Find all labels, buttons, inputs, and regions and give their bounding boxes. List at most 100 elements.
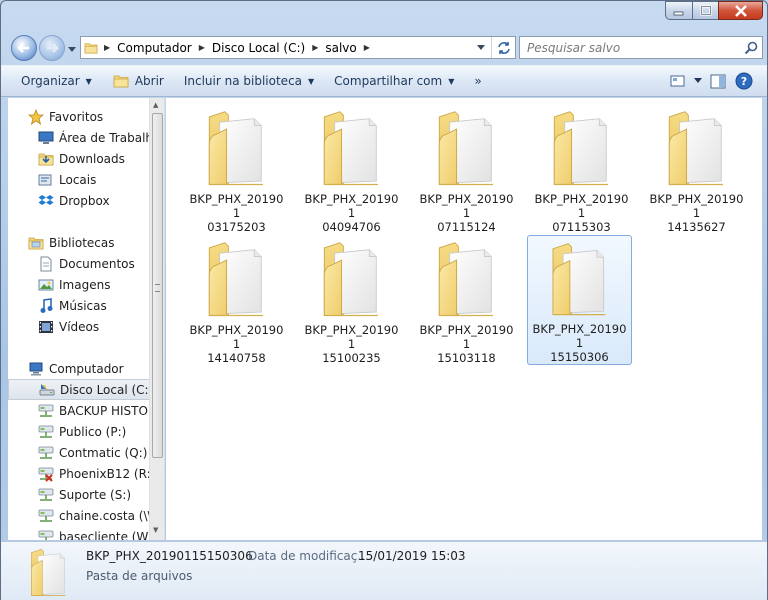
nav-item-contmatic[interactable]: Contmatic (Q:) bbox=[8, 442, 150, 463]
local-disk-icon bbox=[38, 381, 56, 399]
nav-favorites[interactable]: Favoritos bbox=[8, 106, 150, 127]
search-box bbox=[519, 36, 763, 59]
address-bar[interactable]: ▶ Computador ▶ Disco Local (C:) ▶ salvo … bbox=[80, 36, 516, 59]
search-button[interactable] bbox=[740, 41, 762, 55]
nav-item-pictures[interactable]: Imagens bbox=[8, 274, 150, 295]
scroll-up-icon[interactable]: ▲ bbox=[153, 101, 158, 109]
folder-item[interactable]: BKP_PHX_201901 14140758 bbox=[184, 235, 289, 365]
share-label: Compartilhar com bbox=[334, 74, 443, 88]
nav-item-label: Área de Trabalho bbox=[59, 130, 150, 145]
nav-item-basecliente[interactable]: basecliente (W:) bbox=[8, 526, 150, 540]
open-button[interactable]: Abrir bbox=[102, 69, 174, 93]
nav-item-local-disk[interactable]: Disco Local (C:) bbox=[8, 379, 150, 400]
folder-item[interactable]: BKP_PHX_201901 04094706 bbox=[299, 104, 404, 234]
chevron-down-icon: ▼ bbox=[308, 76, 315, 86]
recent-places-icon bbox=[37, 171, 55, 189]
nav-libraries-label: Bibliotecas bbox=[49, 235, 115, 250]
nav-item-locais[interactable]: Locais bbox=[8, 169, 150, 190]
chevron-right-icon[interactable]: ▶ bbox=[309, 43, 321, 52]
music-icon bbox=[37, 297, 55, 315]
network-drive-icon bbox=[37, 507, 55, 525]
folder-label: BKP_PHX_201901 14135627 bbox=[649, 192, 744, 234]
nav-item-publico[interactable]: Publico (P:) bbox=[8, 421, 150, 442]
nav-favorites-label: Favoritos bbox=[49, 109, 104, 124]
back-button[interactable] bbox=[11, 35, 37, 61]
star-icon bbox=[27, 108, 45, 126]
svg-text:?: ? bbox=[741, 75, 747, 88]
minimize-button[interactable] bbox=[665, 1, 692, 20]
folder-icon bbox=[197, 110, 277, 188]
nav-item-label: Imagens bbox=[59, 277, 111, 292]
file-list: BKP_PHX_201901 03175203 BKP_PHX_201901 040… bbox=[166, 98, 762, 540]
organize-button[interactable]: Organizar ▼ bbox=[11, 69, 102, 93]
nav-item-label: BACKUP HISTORICO bbox=[59, 403, 150, 418]
breadcrumb-salvo[interactable]: salvo bbox=[321, 37, 360, 58]
chevron-down-icon bbox=[477, 44, 485, 50]
chevron-right-icon[interactable]: ▶ bbox=[361, 43, 373, 52]
nav-item-dropbox[interactable]: Dropbox bbox=[8, 190, 150, 211]
breadcrumb-local-disk[interactable]: Disco Local (C:) bbox=[208, 37, 309, 58]
nav-item-backup-historico[interactable]: BACKUP HISTORICO bbox=[8, 400, 150, 421]
arrow-left-icon bbox=[17, 43, 29, 53]
nav-item-label: Publico (P:) bbox=[59, 424, 127, 439]
help-button[interactable]: ? bbox=[731, 69, 757, 93]
nav-item-downloads[interactable]: Downloads bbox=[8, 148, 150, 169]
nav-scrollbar[interactable]: ▲ ▼ bbox=[149, 98, 164, 540]
details-modified-label: Data de modificaç... bbox=[248, 549, 369, 563]
arrow-right-icon bbox=[47, 43, 59, 53]
include-in-library-button[interactable]: Incluir na biblioteca ▼ bbox=[174, 69, 324, 93]
nav-item-suporte[interactable]: Suporte (S:) bbox=[8, 484, 150, 505]
nav-item-label: Documentos bbox=[59, 256, 135, 271]
folder-item[interactable]: BKP_PHX_201901 07115303 bbox=[529, 104, 634, 234]
folder-item[interactable]: BKP_PHX_201901 15103118 bbox=[414, 235, 519, 365]
nav-libraries[interactable]: Bibliotecas bbox=[8, 232, 150, 253]
maximize-icon bbox=[699, 5, 712, 16]
nav-item-phoenixb12[interactable]: PhoenixB12 (R:) bbox=[8, 463, 150, 484]
close-button[interactable] bbox=[718, 1, 763, 20]
nav-item-label: Vídeos bbox=[59, 319, 100, 334]
minimize-icon bbox=[673, 11, 684, 15]
chevron-right-icon[interactable]: ▶ bbox=[196, 43, 208, 52]
nav-item-label: Downloads bbox=[59, 151, 125, 166]
address-dropdown-button[interactable] bbox=[471, 44, 491, 51]
downloads-folder-icon bbox=[37, 150, 55, 168]
scrollbar-thumb[interactable] bbox=[152, 113, 163, 458]
folder-item[interactable]: BKP_PHX_201901 15100235 bbox=[299, 235, 404, 365]
recent-pages-dropdown[interactable] bbox=[68, 42, 76, 56]
refresh-icon bbox=[497, 41, 510, 54]
folder-item[interactable]: BKP_PHX_201901 07115124 bbox=[414, 104, 519, 234]
desktop-icon bbox=[37, 129, 55, 147]
network-drive-icon bbox=[37, 528, 55, 541]
preview-pane-button[interactable] bbox=[705, 69, 731, 93]
chevron-down-icon: ▼ bbox=[85, 76, 92, 86]
nav-item-desktop[interactable]: Área de Trabalho bbox=[8, 127, 150, 148]
nav-item-label: Suporte (S:) bbox=[59, 487, 132, 502]
chevron-right-icon[interactable]: ▶ bbox=[101, 43, 113, 52]
nav-item-documents[interactable]: Documentos bbox=[8, 253, 150, 274]
folder-item[interactable]: BKP_PHX_201901 14135627 bbox=[644, 104, 749, 234]
share-with-button[interactable]: Compartilhar com ▼ bbox=[324, 69, 464, 93]
maximize-button[interactable] bbox=[692, 1, 718, 20]
forward-button[interactable] bbox=[39, 35, 65, 61]
breadcrumb-computer[interactable]: Computador bbox=[113, 37, 196, 58]
folder-item[interactable]: BKP_PHX_201901 03175203 bbox=[184, 104, 289, 234]
chevron-down-icon bbox=[68, 47, 76, 52]
nav-item-videos[interactable]: Vídeos bbox=[8, 316, 150, 337]
search-input[interactable] bbox=[520, 37, 740, 58]
scroll-down-icon[interactable]: ▼ bbox=[153, 526, 158, 534]
refresh-button[interactable] bbox=[491, 37, 515, 58]
nav-item-label: PhoenixB12 (R:) bbox=[59, 466, 150, 481]
open-label: Abrir bbox=[134, 74, 164, 88]
folder-icon bbox=[542, 110, 622, 188]
computer-icon bbox=[27, 360, 45, 378]
view-options-dropdown[interactable] bbox=[691, 69, 705, 93]
folder-icon bbox=[657, 110, 737, 188]
folder-item-selected[interactable]: BKP_PHX_201901 15150306 bbox=[527, 235, 632, 365]
nav-item-chaine-costa[interactable]: chaine.costa (\\c bbox=[8, 505, 150, 526]
more-commands-button[interactable]: » bbox=[464, 69, 491, 93]
change-view-button[interactable] bbox=[665, 69, 691, 93]
nav-item-music[interactable]: Músicas bbox=[8, 295, 150, 316]
nav-item-label: Locais bbox=[59, 172, 97, 187]
folder-icon bbox=[312, 241, 392, 319]
nav-computer[interactable]: Computador bbox=[8, 358, 150, 379]
